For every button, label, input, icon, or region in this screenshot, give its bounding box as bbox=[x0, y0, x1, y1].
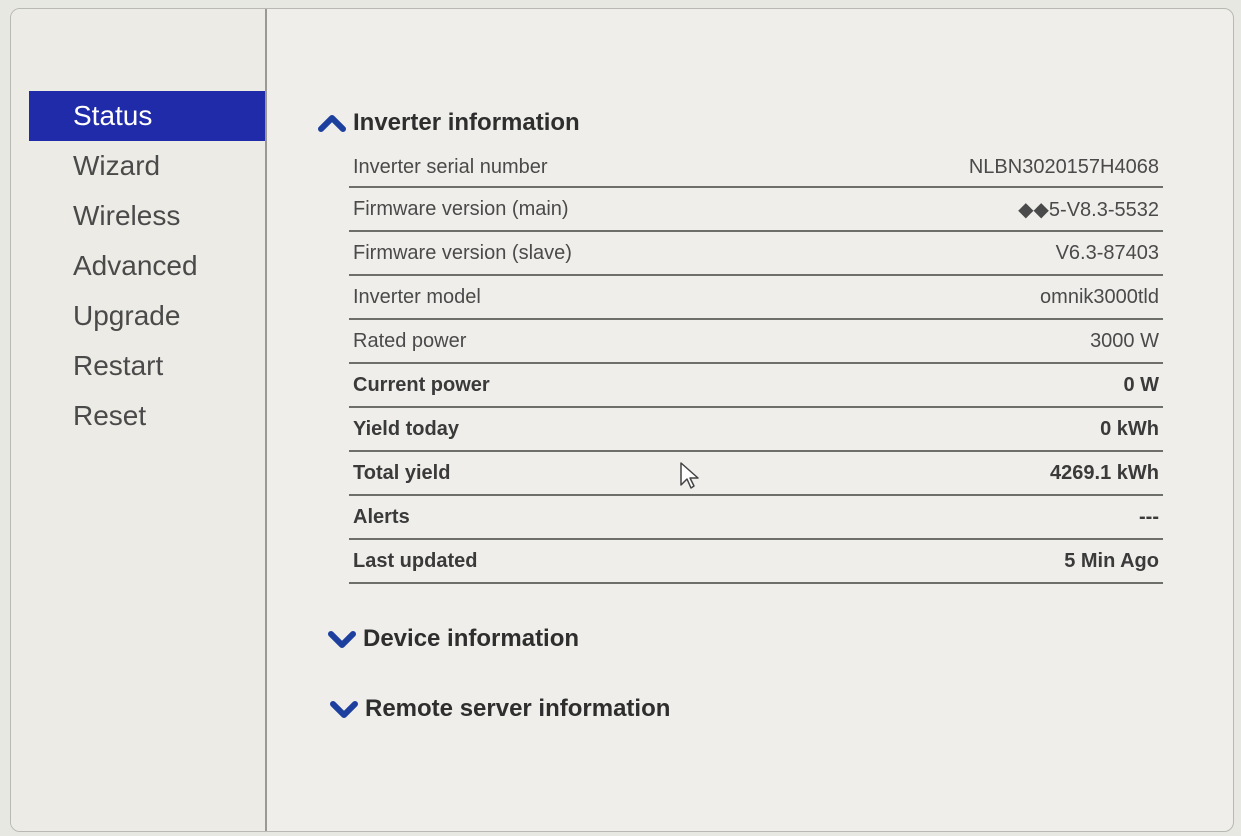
sidebar-item-restart[interactable]: Restart bbox=[29, 341, 265, 391]
mouse-cursor-icon bbox=[680, 462, 699, 489]
sidebar-item-status[interactable]: Status bbox=[29, 91, 265, 141]
total-yield-value: 4269.1 kWh bbox=[1050, 461, 1159, 484]
firmware-slave-label: Firmware version (slave) bbox=[353, 241, 572, 264]
sidebar-item-upgrade[interactable]: Upgrade bbox=[29, 291, 265, 341]
current-power-label: Current power bbox=[353, 373, 490, 396]
table-row: Inverter model omnik3000tld bbox=[349, 275, 1163, 319]
section-device-title: Device information bbox=[363, 625, 580, 652]
sidebar-nav: Status Wizard Wireless Advanced Upgrade … bbox=[29, 91, 265, 441]
section-device-header[interactable]: Device information bbox=[327, 625, 579, 653]
sidebar-item-wizard[interactable]: Wizard bbox=[29, 141, 265, 191]
firmware-slave-value: V6.3-87403 bbox=[1055, 241, 1159, 264]
inverter-info-table: Inverter serial number NLBN3020157H4068 … bbox=[349, 149, 1163, 584]
table-row: Yield today 0 kWh bbox=[349, 407, 1163, 451]
table-row: Inverter serial number NLBN3020157H4068 bbox=[349, 149, 1163, 187]
sidebar: Status Wizard Wireless Advanced Upgrade … bbox=[11, 9, 267, 831]
chevron-down-icon bbox=[328, 631, 356, 648]
rated-power-label: Rated power bbox=[353, 329, 467, 352]
table-row: Firmware version (slave) V6.3-87403 bbox=[349, 231, 1163, 275]
rated-power-value: 3000 W bbox=[1090, 329, 1159, 352]
table-row: Alerts --- bbox=[349, 495, 1163, 539]
chevron-up-icon bbox=[318, 115, 346, 132]
yield-today-label: Yield today bbox=[353, 417, 459, 440]
alerts-value: --- bbox=[1139, 505, 1159, 528]
table-row: Total yield 4269.1 kWh bbox=[349, 451, 1163, 495]
serial-number-label: Inverter serial number bbox=[353, 156, 548, 178]
inverter-model-value: omnik3000tld bbox=[1040, 285, 1159, 308]
web-frame: Status Wizard Wireless Advanced Upgrade … bbox=[10, 8, 1234, 832]
section-inverter-title: Inverter information bbox=[353, 109, 580, 136]
section-remote-title: Remote server information bbox=[365, 695, 671, 722]
table-row: Last updated 5 Min Ago bbox=[349, 539, 1163, 583]
serial-number-value: NLBN3020157H4068 bbox=[968, 156, 1159, 178]
section-remote-header[interactable]: Remote server information bbox=[329, 695, 670, 723]
table-row: Current power 0 W bbox=[349, 363, 1163, 407]
firmware-main-value: ◆◆5-V8.3-5532 bbox=[1018, 198, 1159, 221]
alerts-label: Alerts bbox=[353, 505, 410, 528]
firmware-main-label: Firmware version (main) bbox=[353, 197, 569, 220]
inverter-model-label: Inverter model bbox=[353, 285, 481, 308]
chevron-down-icon bbox=[330, 701, 358, 718]
last-updated-label: Last updated bbox=[353, 549, 478, 572]
total-yield-label: Total yield bbox=[353, 461, 451, 484]
sidebar-item-wireless[interactable]: Wireless bbox=[29, 191, 265, 241]
main-content: Inverter information Inverter serial num… bbox=[267, 9, 1233, 831]
current-power-value: 0 W bbox=[1123, 373, 1159, 396]
last-updated-value: 5 Min Ago bbox=[1064, 549, 1159, 572]
section-inverter-header[interactable]: Inverter information bbox=[317, 109, 580, 137]
sidebar-item-reset[interactable]: Reset bbox=[29, 391, 265, 441]
table-row: Firmware version (main) ◆◆5-V8.3-5532 bbox=[349, 187, 1163, 231]
yield-today-value: 0 kWh bbox=[1100, 417, 1159, 440]
sidebar-item-advanced[interactable]: Advanced bbox=[29, 241, 265, 291]
table-row: Rated power 3000 W bbox=[349, 319, 1163, 363]
